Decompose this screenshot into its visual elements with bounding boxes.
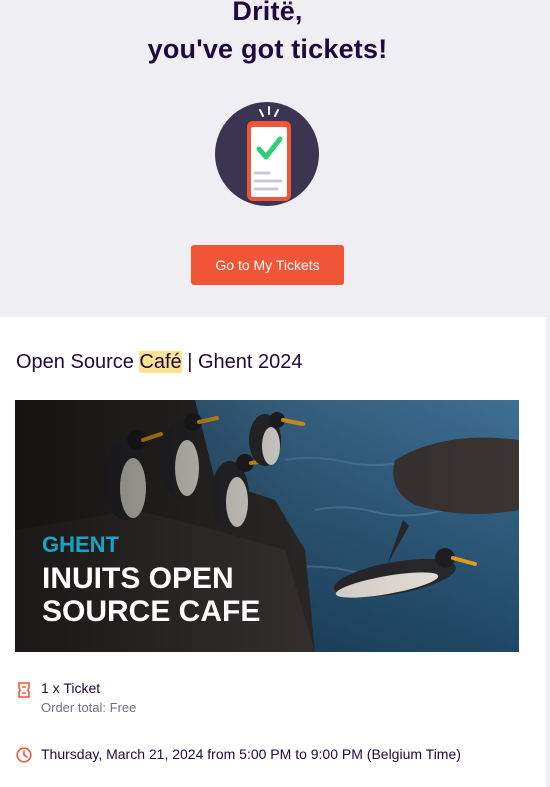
ticket-check-icon xyxy=(214,101,320,207)
banner-city: GHENT xyxy=(42,532,120,557)
clock-icon xyxy=(16,747,32,763)
ticket-icon xyxy=(16,682,32,698)
event-title-prefix: Open Source xyxy=(16,351,140,373)
event-banner-image[interactable]: GHENT INUITS OPEN SOURCE CAFE xyxy=(15,400,519,652)
event-title-suffix: | Ghent 2024 xyxy=(181,351,303,373)
greeting-name: Dritë, xyxy=(232,0,303,26)
ticket-quantity: 1 x Ticket xyxy=(41,680,101,696)
event-title-highlight: Café xyxy=(139,351,182,373)
banner-title-line2: SOURCE CAFE xyxy=(42,595,260,628)
greeting-heading: Dritë, you've got tickets! xyxy=(0,0,535,68)
greeting-message: you've got tickets! xyxy=(147,34,388,64)
banner-title-line1: INUITS OPEN xyxy=(42,562,234,595)
go-to-my-tickets-button[interactable]: Go to My Tickets xyxy=(191,245,344,285)
event-card: Open Source Café | Ghent 2024 GHENT INUI… xyxy=(0,317,546,787)
tickets-hero: Dritë, you've got tickets! Go to My Tick… xyxy=(0,0,550,317)
event-date-text: Thursday, March 21, 2024 from 5:00 PM to… xyxy=(41,746,461,762)
event-title[interactable]: Open Source Café | Ghent 2024 xyxy=(16,351,303,374)
order-total: Order total: Free xyxy=(41,700,137,715)
